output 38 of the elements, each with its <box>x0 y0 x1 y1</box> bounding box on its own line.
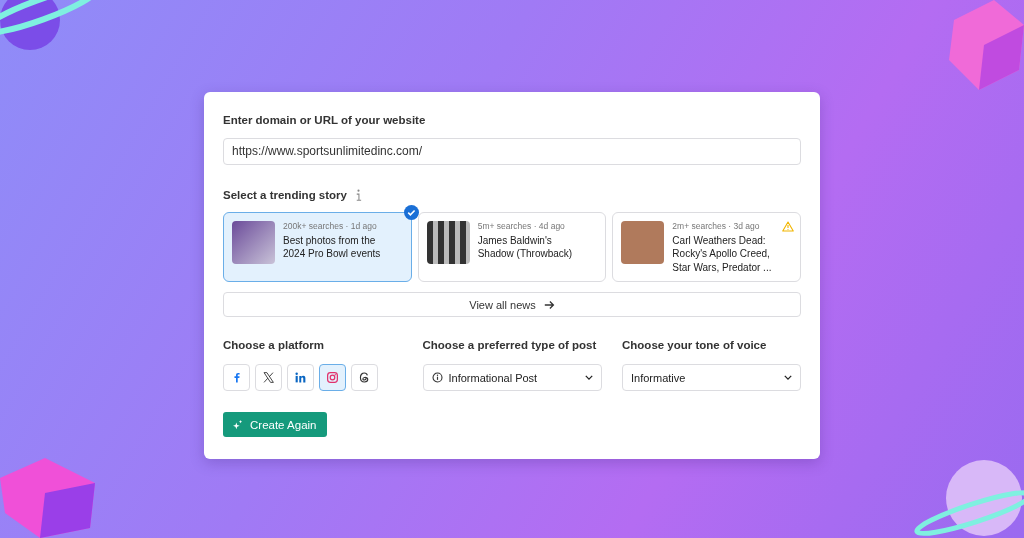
check-icon <box>403 204 419 220</box>
photo-placeholder <box>426 220 470 264</box>
story-card[interactable]: 200k+ searches · 1d ago Best photos from the 2024 Pro Bowl events <box>223 211 412 282</box>
story-card[interactable]: 5m+ searches · 4d ago James Baldwin's Shadow (Throwback) <box>417 211 607 282</box>
threads-platform-button[interactable] <box>351 364 378 392</box>
warning-icon <box>782 220 794 232</box>
story-title: Best photos from the 2024 Pro Bowl events <box>283 233 382 261</box>
info-icon <box>431 372 443 384</box>
field-label: Enter domain or URL of your website <box>223 114 427 126</box>
sparkle-icon <box>233 419 243 430</box>
story-meta: 5m+ searches · 4d ago <box>477 220 566 231</box>
arrow-right-icon <box>543 299 555 310</box>
story-title: Carl Weathers Dead: Rocky's Apollo Creed, Star Wars, Predator ... <box>672 233 773 275</box>
post-type-dropdown[interactable]: Informational Post <box>422 364 602 392</box>
section-label: Select a trending story <box>223 188 347 201</box>
x-platform-button[interactable] <box>255 364 282 392</box>
field-label: Choose a preferred type of post <box>422 339 598 352</box>
linkedin-platform-button[interactable] <box>287 364 314 392</box>
story-meta: 200k+ searches · 1d ago <box>283 220 378 231</box>
view-all-news-button[interactable]: View all news <box>223 291 801 318</box>
photo-placeholder <box>621 220 665 264</box>
chevron-down-icon <box>584 375 593 381</box>
linkedin-icon <box>294 371 307 385</box>
url-input-field[interactable]: https://www.sportsunlimitedinc.com/ <box>223 138 801 165</box>
facebook-platform-button[interactable] <box>223 364 250 392</box>
instagram-icon <box>326 371 339 385</box>
story-card[interactable]: 2m+ searches · 3d ago Carl Weathers Dead: Rocky's Apollo Creed, Star Wars, Predator ... <box>612 211 801 282</box>
field-label: Choose your tone of voice <box>622 339 768 352</box>
chevron-down-icon <box>784 375 792 381</box>
threads-icon <box>358 371 371 385</box>
instagram-platform-button[interactable] <box>319 364 346 392</box>
x-logo-icon <box>262 371 275 385</box>
story-meta: 2m+ searches · 3d ago <box>672 220 761 231</box>
tone-dropdown[interactable]: Informative <box>622 364 801 392</box>
field-label: Choose a platform <box>223 339 325 352</box>
photo-placeholder <box>232 220 275 264</box>
story-title: James Baldwin's Shadow (Throwback) <box>477 233 574 261</box>
create-again-button[interactable]: Create Again <box>223 412 327 437</box>
